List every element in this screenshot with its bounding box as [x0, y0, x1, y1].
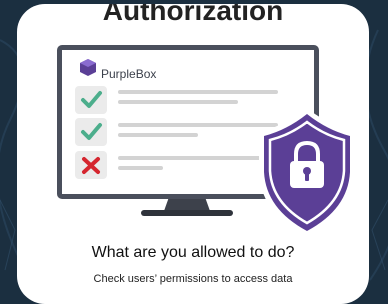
authorization-card: Authorization PurpleBox What are you all… — [17, 4, 369, 304]
brand-name: PurpleBox — [101, 67, 157, 81]
question-heading: What are you allowed to do? — [91, 244, 295, 261]
subtitle-text: Check users’ permissions to access data — [93, 273, 293, 285]
monitor-illustration — [57, 45, 355, 234]
